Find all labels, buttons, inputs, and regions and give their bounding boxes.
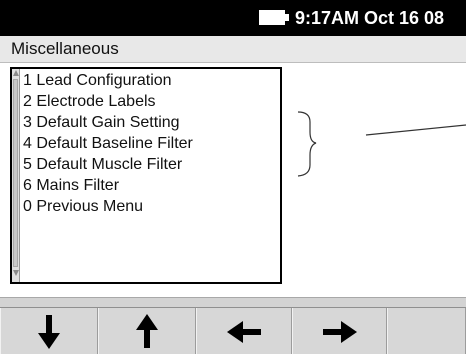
menu-item-default-baseline-filter[interactable]: 4 Default Baseline Filter — [23, 133, 193, 154]
menu-item-default-muscle-filter[interactable]: 5 Default Muscle Filter — [23, 154, 193, 175]
softkey-down-button[interactable] — [0, 308, 98, 354]
menu-item-lead-configuration[interactable]: 1 Lead Configuration — [23, 70, 193, 91]
callout-line — [365, 124, 466, 136]
arrow-up-icon — [136, 314, 158, 348]
softkey-right-button[interactable] — [292, 308, 387, 354]
clock-date: 9:17AM Oct 16 08 — [295, 8, 445, 28]
status-bar: 9:17AM Oct 16 08 — [0, 0, 466, 36]
menu-item-mains-filter[interactable]: 6 Mains Filter — [23, 175, 193, 196]
scroll-down-icon[interactable] — [13, 270, 19, 276]
battery-icon — [259, 10, 285, 25]
menu-list-box: 1 Lead Configuration 2 Electrode Labels … — [10, 67, 282, 284]
menu-item-default-gain-setting[interactable]: 3 Default Gain Setting — [23, 112, 193, 133]
scroll-up-icon[interactable] — [13, 70, 19, 76]
arrow-down-icon — [38, 315, 60, 349]
preview-area — [282, 67, 466, 284]
menu-list: 1 Lead Configuration 2 Electrode Labels … — [23, 70, 193, 217]
scrollbar[interactable] — [12, 69, 20, 282]
softkey-bar — [0, 297, 466, 354]
softkey-up-button[interactable] — [98, 308, 196, 354]
page-title: Miscellaneous — [11, 39, 119, 58]
battery-tip — [285, 14, 289, 21]
softkey-blank-button[interactable] — [387, 308, 466, 354]
menu-item-electrode-labels[interactable]: 2 Electrode Labels — [23, 91, 193, 112]
arrow-right-icon — [323, 321, 357, 343]
softkey-left-button[interactable] — [196, 308, 292, 354]
title-bar: Miscellaneous — [0, 36, 466, 63]
arrow-left-icon — [227, 321, 261, 343]
brace-icon — [297, 111, 317, 177]
scroll-thumb[interactable] — [13, 79, 18, 267]
menu-item-previous-menu[interactable]: 0 Previous Menu — [23, 196, 193, 217]
